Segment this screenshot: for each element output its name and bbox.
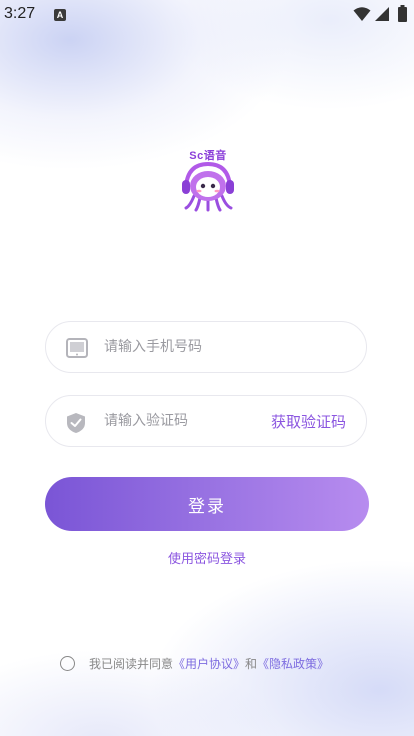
user-agreement-link[interactable]: 《用户协议》 [173, 655, 245, 672]
privacy-policy-link[interactable]: 《隐私政策》 [257, 655, 329, 672]
verification-code-field: 获取验证码 [45, 395, 367, 447]
login-button[interactable]: 登录 [45, 477, 369, 531]
agreement-conjunction: 和 [245, 656, 258, 671]
headphone-mascot-icon [182, 162, 234, 212]
verification-code-input[interactable] [104, 396, 254, 446]
status-bar: 3:27 A [0, 0, 414, 30]
status-time: 3:27 [4, 5, 36, 22]
notification-a-icon: A [54, 9, 66, 21]
battery-icon [398, 5, 407, 22]
wifi-icon [353, 7, 371, 21]
logo-text: Sc语音 [189, 150, 227, 162]
phone-field [45, 321, 367, 373]
get-code-button[interactable]: 获取验证码 [271, 411, 346, 432]
phone-number-input[interactable] [104, 322, 344, 372]
phone-icon [66, 338, 88, 358]
signal-icon [375, 7, 389, 21]
app-logo: Sc语音 [172, 144, 244, 214]
agree-checkbox[interactable] [60, 655, 75, 671]
password-login-link[interactable]: 使用密码登录 [0, 548, 414, 567]
agreement-prefix: 我已阅读并同意 [89, 656, 174, 671]
agreement-row: 我已阅读并同意 《用户协议》 和 《隐私政策》 [60, 654, 329, 672]
shield-icon [67, 413, 85, 433]
